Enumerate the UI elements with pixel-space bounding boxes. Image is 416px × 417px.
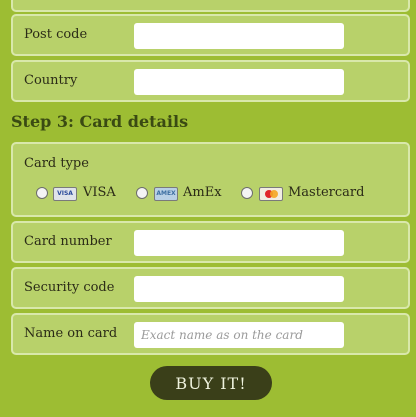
top-partial-row	[11, 0, 410, 12]
mastercard-card-icon	[259, 187, 283, 201]
mastercard-label[interactable]: Mastercard	[288, 185, 364, 200]
country-input[interactable]	[134, 69, 344, 95]
country-row: Country	[11, 60, 410, 102]
step-3-heading: Step 3: Card details	[11, 112, 189, 131]
name-on-card-row: Name on card	[11, 313, 410, 355]
card-number-row: Card number	[11, 221, 410, 263]
visa-label[interactable]: VISA	[83, 185, 116, 200]
buy-button[interactable]: BUY IT!	[150, 366, 272, 400]
name-on-card-label: Name on card	[24, 326, 118, 341]
security-code-label: Security code	[24, 280, 115, 295]
amex-label[interactable]: AmEx	[183, 185, 222, 200]
name-on-card-input[interactable]	[134, 322, 344, 348]
security-code-input[interactable]	[134, 276, 344, 302]
amex-card-icon: AMEX	[154, 187, 178, 201]
card-type-row: Card type VISA VISA AMEX AmEx Mastercard	[11, 142, 410, 217]
card-number-label: Card number	[24, 234, 112, 249]
card-number-input[interactable]	[134, 230, 344, 256]
security-code-row: Security code	[11, 267, 410, 309]
visa-card-icon: VISA	[53, 187, 77, 201]
card-type-label: Card type	[24, 156, 89, 171]
post-code-label: Post code	[24, 27, 88, 42]
amex-radio[interactable]	[136, 187, 148, 199]
country-label: Country	[24, 73, 78, 88]
visa-radio[interactable]	[36, 187, 48, 199]
post-code-row: Post code	[11, 14, 410, 56]
mastercard-radio[interactable]	[241, 187, 253, 199]
post-code-input[interactable]	[134, 23, 344, 49]
